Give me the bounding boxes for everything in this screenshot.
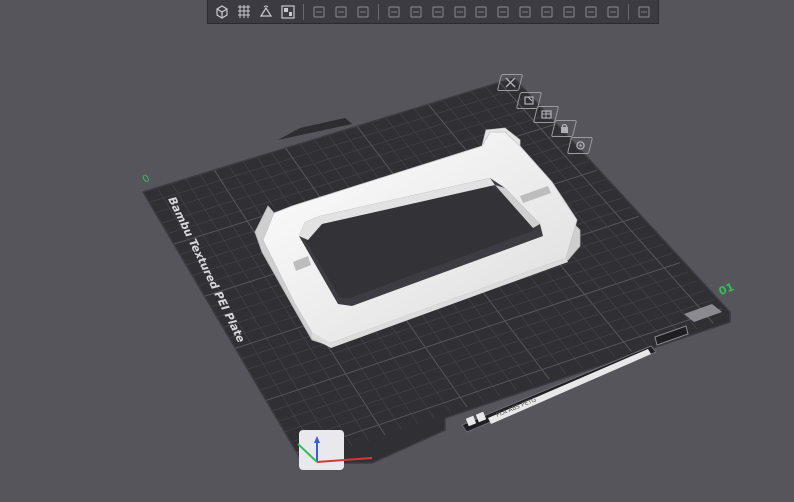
add-icon (216, 4, 228, 19)
arrange-icon (281, 4, 295, 19)
toolbar-separator (377, 3, 379, 20)
measure-button[interactable] (581, 2, 601, 22)
layers-button[interactable] (353, 2, 373, 22)
instance-button[interactable] (331, 2, 351, 22)
scale-icon (431, 5, 444, 18)
grid-icon (237, 4, 250, 18)
assemble-icon (607, 5, 619, 18)
main-toolbar (207, 0, 659, 24)
orient-icon (259, 5, 272, 17)
grid-button[interactable] (234, 2, 254, 22)
view-cube-icon (638, 5, 650, 18)
add-button[interactable] (212, 2, 232, 22)
instance-icon (335, 5, 347, 18)
arrange-plate-icon (540, 110, 552, 119)
settings-icon (575, 141, 585, 150)
toolbar-separator (302, 3, 304, 20)
mesh-boolean-button[interactable] (493, 2, 513, 22)
seam-paint-icon (541, 5, 553, 18)
close-icon (505, 77, 515, 88)
support-paint-icon (519, 5, 531, 18)
text-button[interactable] (559, 2, 579, 22)
mesh-boolean-icon (497, 5, 510, 18)
lock-icon (560, 123, 568, 133)
3d-viewport[interactable]: Bambu Textured PEI Plate 0 01 PLA ABS PE… (0, 0, 794, 502)
axis-y-label: 0 (141, 173, 152, 186)
arrange-button[interactable] (278, 2, 298, 22)
support-paint-button[interactable] (515, 2, 535, 22)
copy-button[interactable] (309, 2, 329, 22)
rotate-icon (409, 5, 422, 18)
plate-button-settings[interactable] (566, 137, 594, 154)
cut-icon (475, 5, 488, 18)
axis-x-label: 01 (717, 280, 736, 298)
assemble-button[interactable] (603, 2, 623, 22)
cut-button[interactable] (471, 2, 491, 22)
scale-button[interactable] (428, 2, 448, 22)
view-cube-button[interactable] (634, 2, 654, 22)
seam-paint-button[interactable] (537, 2, 557, 22)
rotate-button[interactable] (406, 2, 426, 22)
lay-flat-icon (453, 5, 466, 18)
copy-icon (313, 5, 325, 18)
layers-icon (357, 5, 369, 18)
plate-button-close[interactable] (496, 74, 524, 91)
plate-button-lock[interactable] (550, 120, 578, 137)
auto-orient-icon (523, 96, 534, 105)
measure-icon (585, 5, 597, 18)
text-icon (563, 5, 575, 18)
toolbar-separator (628, 3, 630, 20)
move-icon (388, 5, 400, 18)
orient-button[interactable] (256, 2, 276, 22)
move-button[interactable] (384, 2, 404, 22)
lay-flat-button[interactable] (450, 2, 470, 22)
